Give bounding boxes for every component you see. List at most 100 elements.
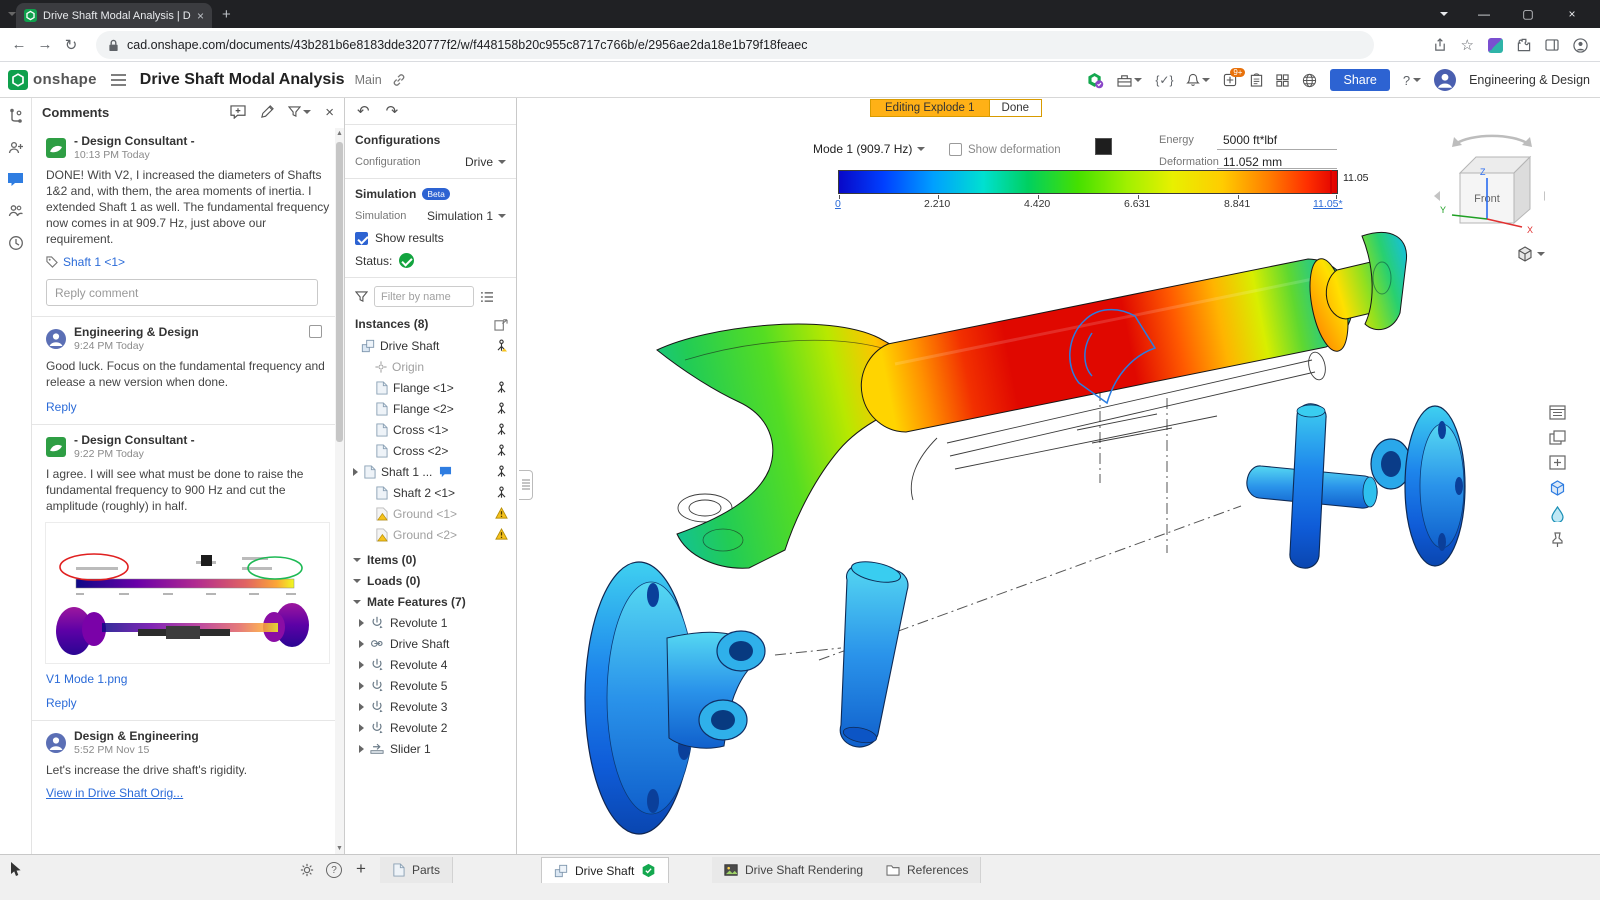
viewport-canvas[interactable]: Editing Explode 1 Done Mode 1 (909.7 Hz)… (517, 98, 1545, 854)
globe-icon[interactable] (1302, 73, 1317, 88)
share-button[interactable]: Share (1330, 69, 1390, 91)
instance-row-shaft-2[interactable]: Shaft 2 <1> (345, 482, 516, 503)
branch-name[interactable]: Main (355, 73, 382, 87)
show-deformation-control[interactable]: Show deformation (949, 143, 1061, 156)
address-bar[interactable]: cad.onshape.com/documents/43b281b6e8183d… (96, 31, 1374, 59)
comment-bubble-icon[interactable] (439, 466, 452, 478)
new-comment-icon[interactable] (230, 105, 246, 119)
mate-features-section-header[interactable]: Mate Features (7) (345, 591, 516, 612)
simulation-logo-icon[interactable] (1087, 72, 1104, 89)
layers-panel-icon[interactable] (1548, 430, 1566, 445)
tab-parts[interactable]: Parts (380, 857, 454, 883)
window-maximize-button[interactable]: ▢ (1508, 0, 1548, 28)
share-link-icon[interactable] (392, 73, 406, 87)
history-clock-icon[interactable] (8, 235, 24, 251)
user-avatar[interactable] (1434, 69, 1457, 91)
back-button[interactable]: ← (6, 36, 32, 53)
tab-drive-shaft[interactable]: Drive Shaft (541, 857, 670, 883)
mate-connector-icon[interactable] (495, 423, 508, 436)
featurescript-check-icon[interactable]: {✓} (1155, 73, 1173, 87)
tab-references[interactable]: References (874, 857, 982, 883)
warning-anchor-icon[interactable] (495, 528, 508, 541)
deformed-color-swatch[interactable] (1095, 138, 1112, 155)
comments-scrollbar[interactable]: ▲ ▼ (335, 128, 344, 854)
forward-button[interactable]: → (32, 36, 58, 53)
mate-row-revolute-1[interactable]: Revolute 1 (345, 612, 516, 633)
resolve-pen-icon[interactable] (260, 105, 275, 119)
instance-row-cross-2[interactable]: Cross <2> (345, 440, 516, 461)
comment-attachment-image[interactable] (45, 522, 330, 664)
cube-panel-icon[interactable] (1549, 480, 1566, 496)
scale-min-label[interactable]: 0 (835, 198, 841, 210)
help-menu[interactable]: ? (1403, 73, 1422, 88)
tab-close-icon[interactable]: × (197, 9, 204, 23)
versions-tree-icon[interactable] (8, 108, 24, 124)
expand-chevron-icon[interactable] (359, 618, 364, 627)
window-menu-chevron-icon[interactable] (1424, 0, 1464, 28)
appearance-panel-icon[interactable] (1550, 506, 1565, 522)
attachment-filename-link[interactable]: V1 Mode 1.png (46, 672, 330, 686)
scrollbar-thumb[interactable] (336, 142, 343, 442)
instance-row-origin[interactable]: Origin (345, 356, 516, 377)
mate-connector-icon[interactable] (495, 381, 508, 394)
tab-drive-shaft-rendering[interactable]: Drive Shaft Rendering (712, 857, 877, 883)
mate-row-revolute-2[interactable]: Revolute 2 (345, 717, 516, 738)
items-section-header[interactable]: Items (0) (345, 549, 516, 570)
window-minimize-button[interactable]: — (1464, 0, 1504, 28)
insert-instance-icon[interactable] (494, 318, 508, 331)
reload-button[interactable]: ↻ (58, 36, 84, 54)
expand-chevron-icon[interactable] (359, 723, 364, 732)
expand-chevron-icon[interactable] (359, 681, 364, 690)
instance-row-cross-1[interactable]: Cross <1> (345, 419, 516, 440)
done-button[interactable]: Done (988, 100, 1042, 116)
mate-row-slider-1[interactable]: Slider 1 (345, 738, 516, 759)
extensions-puzzle-icon[interactable] (1517, 38, 1531, 52)
instance-row-shaft-1[interactable]: Shaft 1 ... (345, 461, 516, 482)
undo-icon[interactable]: ↶ (357, 102, 370, 120)
expand-chevron-icon[interactable] (359, 660, 364, 669)
expand-chevron-icon[interactable] (359, 639, 364, 648)
mate-connector-icon[interactable] (495, 402, 508, 415)
mate-connector-icon[interactable] (495, 486, 508, 499)
comments-close-icon[interactable]: × (325, 104, 334, 121)
mode-dropdown[interactable]: Mode 1 (909.7 Hz) (813, 142, 926, 156)
view-cube[interactable]: Front Z X Y (1432, 123, 1545, 248)
loads-section-header[interactable]: Loads (0) (345, 570, 516, 591)
copy-panel-icon[interactable] (1548, 455, 1566, 470)
expand-chevron-icon[interactable] (359, 702, 364, 711)
bookmark-star-icon[interactable]: ☆ (1461, 36, 1474, 54)
tasks-clipboard-icon[interactable] (1250, 73, 1263, 87)
reply-link[interactable]: Reply (46, 400, 330, 414)
mate-connector-icon[interactable] (495, 465, 508, 478)
hamburger-menu-icon[interactable] (110, 73, 126, 86)
filter-input[interactable] (374, 286, 474, 307)
filter-funnel-icon[interactable] (355, 290, 368, 303)
comments-panel-icon[interactable] (7, 172, 24, 187)
scale-max-tick-label[interactable]: 11.05* (1313, 198, 1343, 210)
resolve-checkbox[interactable] (309, 325, 322, 338)
notifications-bell-icon[interactable] (1186, 73, 1211, 87)
add-tab-button[interactable]: + (356, 859, 366, 879)
instance-row-flange-1[interactable]: Flange <1> (345, 377, 516, 398)
instance-row-drive-shaft[interactable]: Drive Shaft (345, 335, 516, 356)
show-results-checkbox[interactable] (355, 231, 368, 245)
help-circle-icon[interactable]: ? (326, 862, 342, 878)
configuration-dropdown[interactable]: Drive (465, 155, 506, 169)
fix-anchor-icon[interactable] (495, 339, 508, 352)
pointer-mode-icon[interactable] (8, 861, 23, 877)
mate-row-revolute-5[interactable]: Revolute 5 (345, 675, 516, 696)
mate-row-revolute-4[interactable]: Revolute 4 (345, 654, 516, 675)
updates-icon[interactable]: 9+ (1223, 68, 1246, 87)
collaborators-icon[interactable] (8, 203, 24, 219)
energy-value[interactable]: 5000 ft*lbf (1223, 133, 1277, 147)
browser-tab[interactable]: Drive Shaft Modal Analysis | Driv × (16, 3, 212, 28)
onshape-logo[interactable]: onshape (8, 69, 97, 90)
instance-row-flange-2[interactable]: Flange <2> (345, 398, 516, 419)
mate-row-revolute-3[interactable]: Revolute 3 (345, 696, 516, 717)
follow-mode-icon[interactable] (8, 140, 24, 156)
simulation-dropdown[interactable]: Simulation 1 (427, 209, 506, 223)
comment-part-tag[interactable]: Shaft 1 <1> (63, 255, 125, 269)
list-view-icon[interactable] (480, 291, 494, 303)
panel-flyout-handle[interactable] (519, 470, 533, 500)
pin-panel-icon[interactable] (1550, 532, 1565, 548)
